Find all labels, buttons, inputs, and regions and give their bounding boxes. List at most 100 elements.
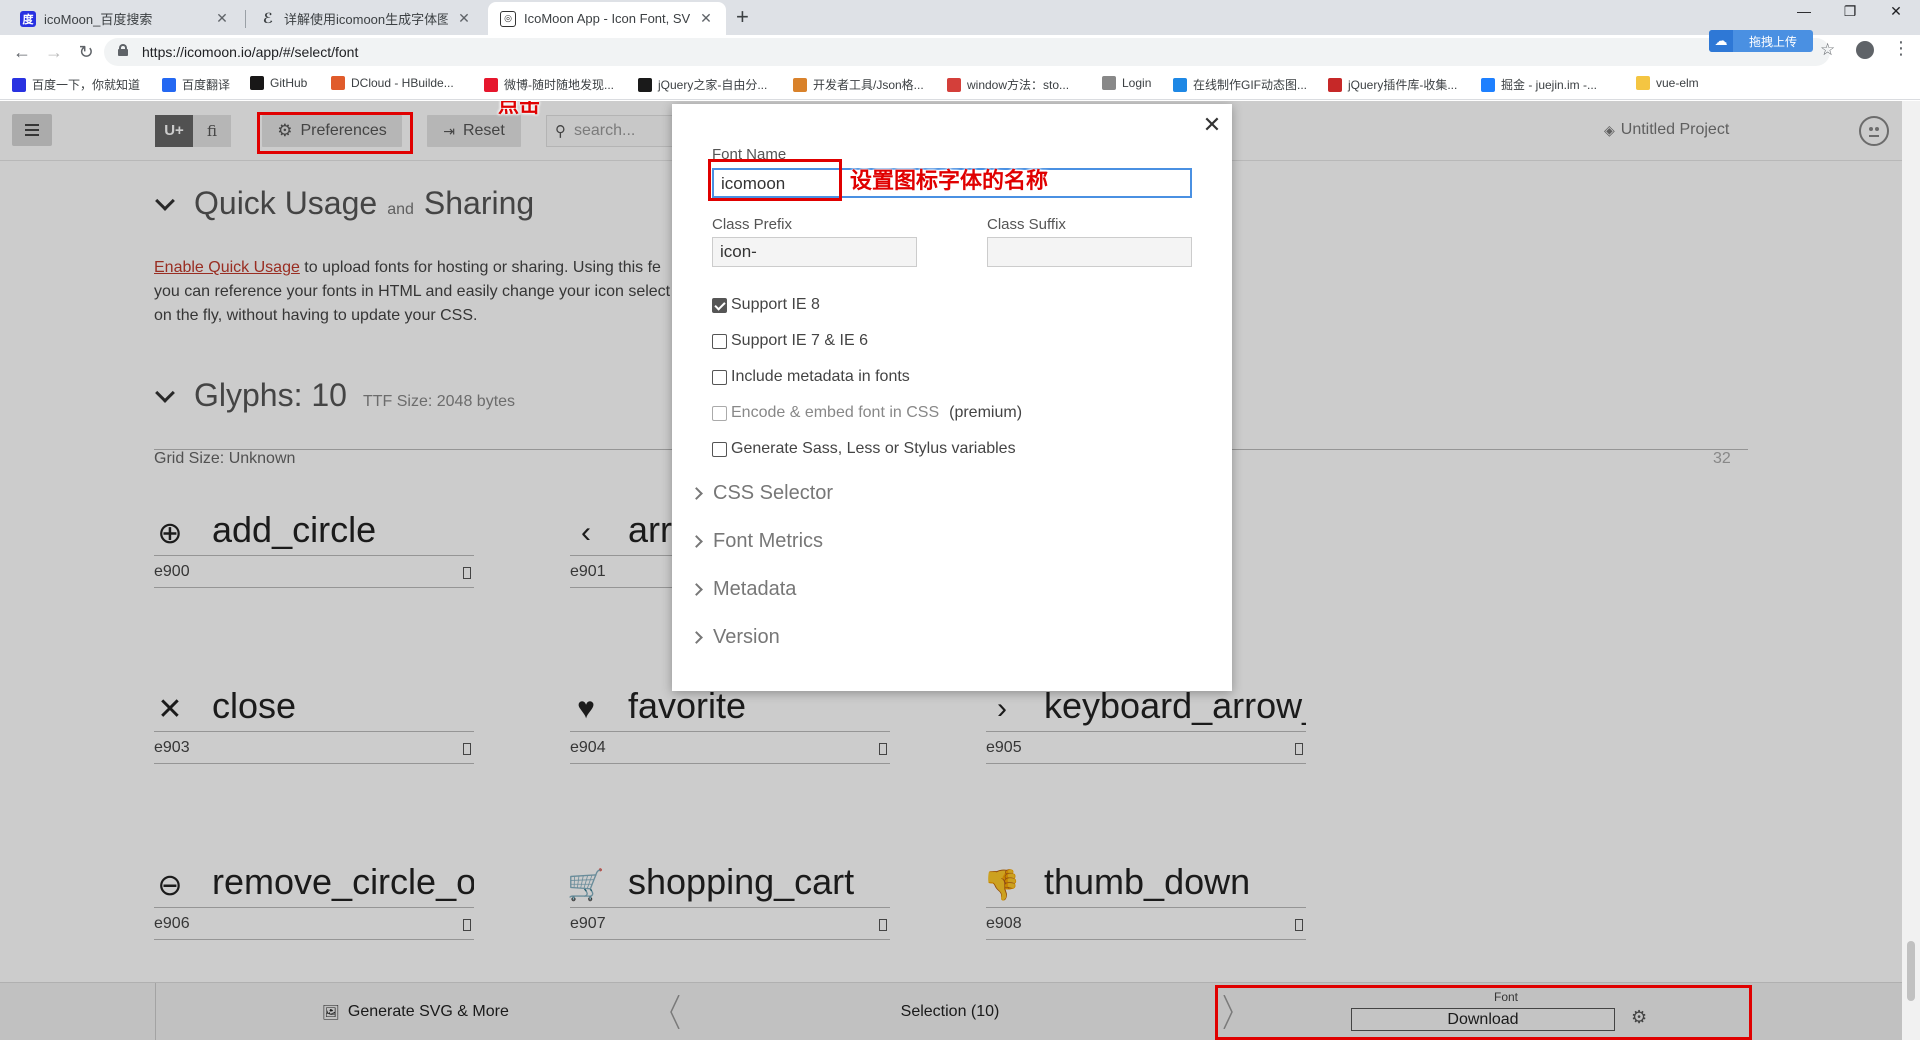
back-icon[interactable]: ←	[10, 40, 34, 64]
browser-tab-strip: 度 icoMoon_百度搜索 ✕ ℰ 详解使用icomoon生成字体图标... …	[0, 0, 1920, 35]
section-label: Version	[713, 626, 780, 648]
baidu-icon: 度	[20, 10, 36, 27]
bookmark-item[interactable]: window方法：sto...	[947, 76, 1069, 93]
bookmark-label: jQuery之家-自由分...	[658, 78, 768, 92]
bookmark-item[interactable]: 在线制作GIF动态图...	[1173, 76, 1307, 93]
window-close-icon[interactable]: ✕	[1881, 3, 1911, 20]
bookmark-label: DCloud - HBuilde...	[351, 76, 454, 90]
bookmark-label: 微博-随时随地发现...	[504, 78, 614, 92]
tab-label: 详解使用icomoon生成字体图标...	[284, 12, 448, 27]
bookmark-label: 百度一下，你就知道	[32, 78, 141, 92]
checkbox-checked[interactable]	[712, 297, 727, 313]
profile-avatar[interactable]	[1856, 41, 1874, 59]
lock-icon	[118, 44, 128, 56]
tab-label: IcoMoon App - Icon Font, SVG	[524, 11, 690, 26]
option-support-ie7-ie6[interactable]: Support IE 7 & IE 6	[712, 332, 868, 350]
class-prefix-field[interactable]: icon-	[712, 237, 917, 267]
metadata-section[interactable]: Metadata	[690, 578, 796, 601]
icomoon-app: U+ fi ⚙ Preferences ⇥ Reset ⚲ search... …	[0, 101, 1920, 1040]
weibo-icon	[484, 77, 498, 92]
font-metrics-section[interactable]: Font Metrics	[690, 530, 824, 553]
option-embed-font[interactable]: Encode & embed font in CSS (premium)	[712, 404, 1022, 422]
option-support-ie8[interactable]: Support IE 8	[712, 296, 820, 314]
bookmark-item[interactable]: 百度一下，你就知道	[12, 76, 140, 93]
bookmark-label: 掘金 - juejin.im -...	[1501, 78, 1598, 92]
chevron-right-icon	[690, 535, 703, 548]
bookmark-item[interactable]: vue-elm	[1636, 76, 1699, 90]
bookmark-label: Login	[1122, 76, 1152, 90]
close-icon[interactable]: ✕	[1202, 112, 1222, 138]
page-icon	[1102, 76, 1116, 90]
checkbox[interactable]	[712, 369, 727, 385]
option-generate-variables[interactable]: Generate Sass, Less or Stylus variables	[712, 440, 1016, 458]
bookmark-item[interactable]: 百度翻译	[162, 76, 230, 93]
close-tab-icon[interactable]: ✕	[698, 10, 714, 27]
browser-toolbar: ← → ↻ https://icomoon.io/app/#/select/fo…	[0, 35, 1920, 69]
article-icon: ℰ	[262, 10, 274, 26]
kebab-menu-icon[interactable]: ⋮	[1892, 38, 1910, 59]
bookmark-item[interactable]: 开发者工具/Json格...	[793, 76, 924, 93]
checkbox[interactable]	[712, 441, 727, 457]
folder-icon	[1636, 76, 1650, 90]
bookmark-label: jQuery插件库-收集...	[1348, 78, 1458, 92]
bookmark-star-icon[interactable]: ☆	[1820, 40, 1835, 60]
browser-tab-icomoon[interactable]: ◎ IcoMoon App - Icon Font, SVG ✕	[488, 2, 726, 35]
jquery-icon	[638, 77, 652, 92]
annotation-box-preferences	[257, 112, 413, 154]
bookmark-item[interactable]: DCloud - HBuilde...	[331, 76, 454, 90]
bookmark-item[interactable]: Login	[1102, 76, 1151, 90]
gif-icon	[1173, 77, 1187, 92]
annotation-box-download	[1215, 985, 1752, 1040]
tab-label: icoMoon_百度搜索	[44, 12, 153, 27]
bookmark-item[interactable]: jQuery之家-自由分...	[638, 76, 767, 93]
annotation-box-font-name	[708, 159, 842, 201]
address-bar[interactable]: https://icomoon.io/app/#/select/font	[104, 38, 1830, 66]
forward-icon[interactable]: →	[42, 40, 66, 64]
annotation-font-name-hint: 设置图标字体的名称	[850, 169, 1049, 194]
juejin-icon	[1481, 77, 1495, 92]
browser-tab-article[interactable]: ℰ 详解使用icomoon生成字体图标... ✕	[248, 2, 484, 35]
chevron-right-icon	[690, 631, 703, 644]
baidu-cloud-icon: ☁	[1709, 30, 1733, 52]
option-label: Support IE 7 & IE 6	[731, 332, 868, 349]
close-tab-icon[interactable]: ✕	[456, 10, 472, 27]
class-suffix-field[interactable]	[987, 237, 1192, 267]
bookmark-label: 在线制作GIF动态图...	[1193, 78, 1308, 92]
bookmarks-bar: 百度一下，你就知道 百度翻译 GitHub DCloud - HBuilde... 微博…	[0, 69, 1920, 100]
icomoon-icon: ◎	[500, 10, 516, 27]
restore-icon[interactable]: ❐	[1835, 3, 1865, 20]
chevron-right-icon	[690, 487, 703, 500]
scrollbar-thumb[interactable]	[1907, 941, 1915, 1001]
bookmark-item[interactable]: 微博-随时随地发现...	[484, 76, 614, 93]
option-label: Encode & embed font in CSS	[731, 404, 940, 421]
bookmark-label: window方法：sto...	[967, 78, 1070, 92]
bookmark-item[interactable]: jQuery插件库-收集...	[1328, 76, 1457, 93]
minimize-icon[interactable]: —	[1789, 3, 1819, 19]
chevron-right-icon	[690, 583, 703, 596]
dcloud-icon	[331, 76, 345, 90]
drag-upload-button[interactable]: ☁ 拖拽上传	[1709, 30, 1813, 52]
new-tab-button[interactable]: +	[736, 5, 749, 29]
class-suffix-label: Class Suffix	[987, 216, 1066, 233]
browser-tab-baidu[interactable]: 度 icoMoon_百度搜索 ✕	[8, 2, 242, 35]
css-selector-section[interactable]: CSS Selector	[690, 482, 834, 505]
url-text: https://icomoon.io/app/#/select/font	[142, 44, 359, 60]
option-label: Generate Sass, Less or Stylus variables	[731, 440, 1016, 457]
tools-icon	[793, 77, 807, 92]
option-include-metadata[interactable]: Include metadata in fonts	[712, 368, 910, 386]
version-section[interactable]: Version	[690, 626, 780, 649]
baidu-icon	[12, 77, 26, 92]
class-prefix-label: Class Prefix	[712, 216, 793, 233]
bookmark-item[interactable]: GitHub	[250, 76, 307, 90]
page-scrollbar[interactable]	[1902, 101, 1920, 1040]
close-tab-icon[interactable]: ✕	[214, 10, 230, 27]
bookmark-label: 开发者工具/Json格...	[813, 78, 924, 92]
checkbox-disabled[interactable]	[712, 405, 727, 421]
bookmark-label: vue-elm	[1656, 76, 1699, 90]
option-label: Include metadata in fonts	[731, 368, 910, 385]
checkbox[interactable]	[712, 333, 727, 349]
section-label: Font Metrics	[713, 530, 824, 552]
bookmark-item[interactable]: 掘金 - juejin.im -...	[1481, 76, 1597, 93]
reload-icon[interactable]: ↻	[74, 40, 98, 64]
section-label: CSS Selector	[713, 482, 834, 504]
